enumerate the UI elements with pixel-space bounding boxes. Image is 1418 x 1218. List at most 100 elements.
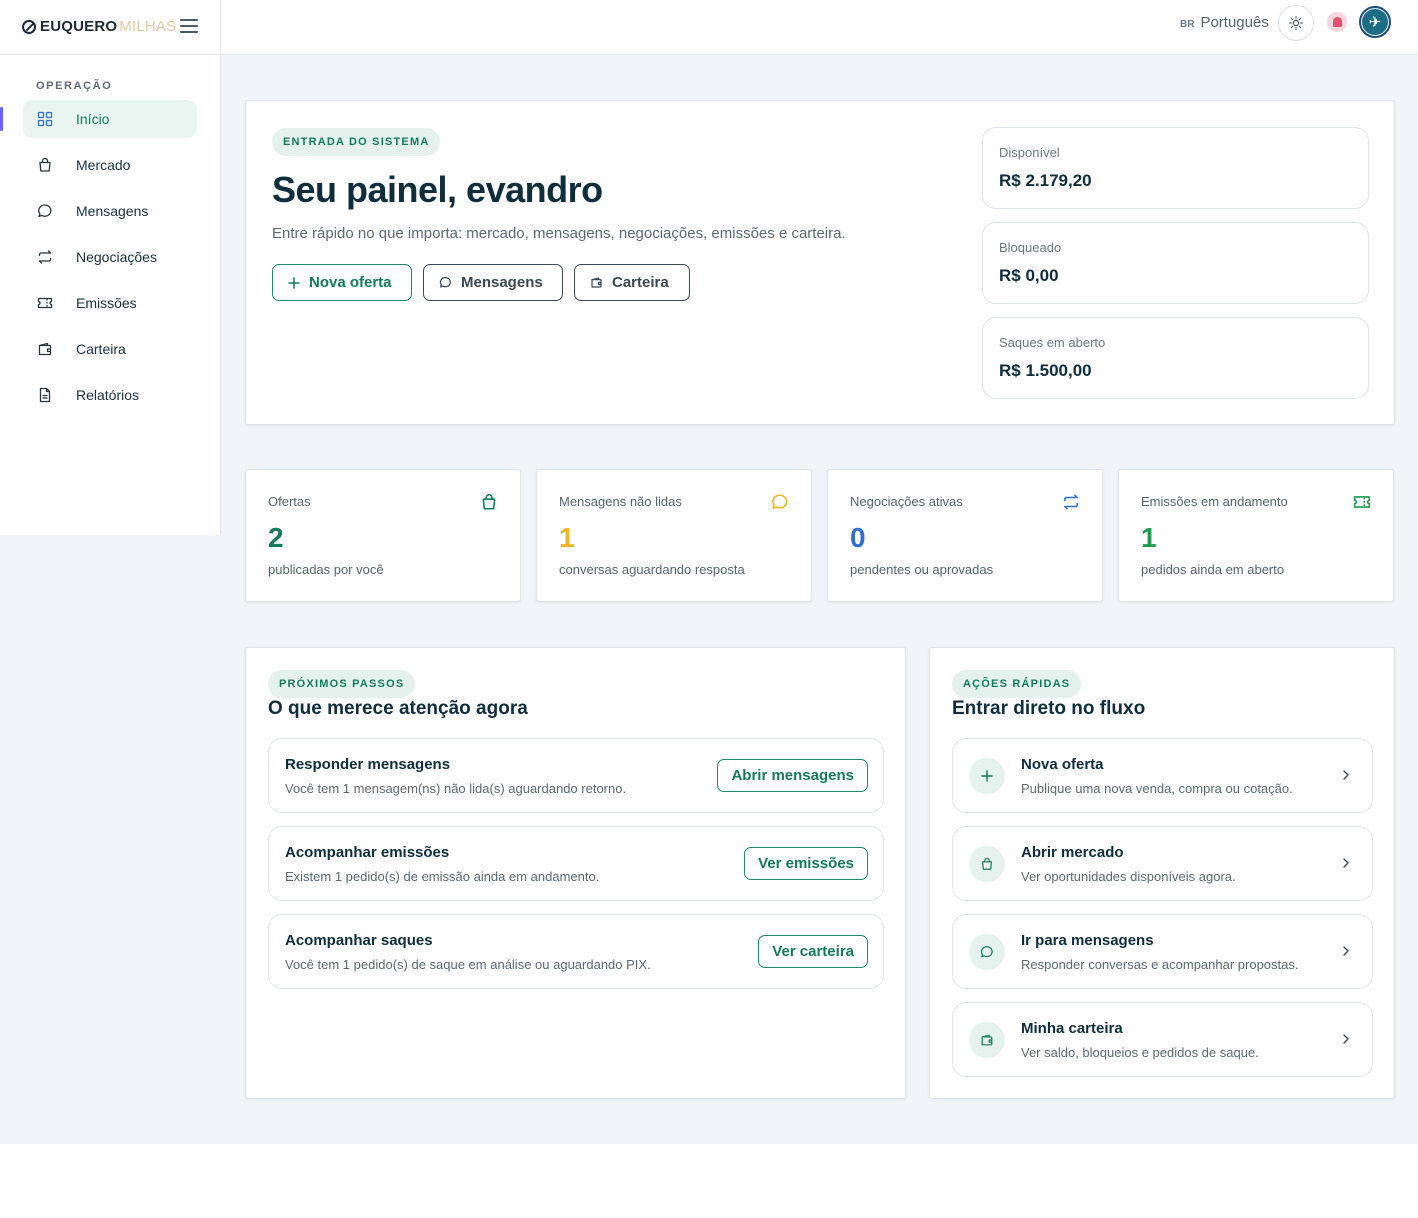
balance-label: Bloqueado bbox=[999, 240, 1062, 255]
page-title: Seu painel, evandro bbox=[272, 169, 603, 210]
open-messages-button[interactable]: Abrir mensagens bbox=[717, 759, 868, 792]
step-title: Acompanhar saques bbox=[285, 932, 433, 949]
brand-logo[interactable]: EUQUERO MILHAS bbox=[22, 18, 176, 35]
step-desc: Existem 1 pedido(s) de emissão ainda em … bbox=[285, 869, 600, 884]
sidebar-item-label: Relatórios bbox=[76, 387, 140, 403]
stat-value: 1 bbox=[1141, 522, 1157, 553]
sidebar-section-title: OPERAÇÃO bbox=[36, 80, 113, 92]
view-wallet-button[interactable]: Ver carteira bbox=[758, 935, 868, 968]
document-icon bbox=[39, 387, 51, 403]
sidebar-item-emissoes[interactable]: Emissões bbox=[23, 284, 197, 322]
next-steps-panel: PRÓXIMOS PASSOS O que merece atenção ago… bbox=[245, 647, 906, 1099]
stat-value: 2 bbox=[268, 522, 284, 553]
language-selector[interactable]: BR Português bbox=[1180, 14, 1269, 31]
sidebar-item-relatorios[interactable]: Relatórios bbox=[23, 376, 197, 414]
plus-icon bbox=[969, 758, 1005, 794]
chevron-right-icon bbox=[1343, 1034, 1349, 1044]
stat-card-emissions[interactable]: Emissões em andamento 1 pedidos ainda em… bbox=[1118, 469, 1394, 602]
stat-card-unread-messages[interactable]: Mensagens não lidas 1 conversas aguardan… bbox=[536, 469, 812, 602]
wallet-label: Carteira bbox=[612, 274, 669, 291]
quick-action-title: Minha carteira bbox=[1021, 1020, 1123, 1037]
balance-value: R$ 1.500,00 bbox=[999, 361, 1092, 380]
hero-subtitle: Entre rápido no que importa: mercado, me… bbox=[272, 225, 846, 242]
notification-bell-icon[interactable] bbox=[1327, 12, 1347, 32]
balance-value: R$ 0,00 bbox=[999, 266, 1059, 285]
top-bar: EUQUERO MILHAS BR Português ✈ bbox=[0, 0, 1418, 55]
brand-name-bold: EUQUERO bbox=[40, 18, 118, 35]
stat-desc: pendentes ou aprovadas bbox=[850, 562, 994, 577]
balance-label: Disponível bbox=[999, 145, 1060, 160]
plus-icon bbox=[288, 276, 300, 289]
stat-label: Mensagens não lidas bbox=[559, 494, 682, 509]
sidebar-item-negociacoes[interactable]: Negociações bbox=[23, 238, 197, 276]
stat-label: Ofertas bbox=[268, 494, 311, 509]
stat-card-active-negotiations[interactable]: Negociações ativas 0 pendentes ou aprova… bbox=[827, 469, 1103, 602]
messages-label: Mensagens bbox=[461, 274, 543, 291]
step-title: Responder mensagens bbox=[285, 756, 451, 773]
quick-action-wallet[interactable]: Minha carteira Ver saldo, bloqueios e pe… bbox=[952, 1002, 1373, 1077]
new-offer-button[interactable]: Nova oferta bbox=[272, 264, 412, 301]
step-desc: Você tem 1 pedido(s) de saque em análise… bbox=[285, 957, 651, 972]
chat-icon bbox=[772, 494, 788, 509]
chat-icon bbox=[439, 277, 451, 288]
sidebar-item-label: Mercado bbox=[76, 157, 131, 173]
stat-value: 0 bbox=[850, 522, 866, 553]
exchange-icon bbox=[1064, 494, 1078, 510]
quick-action-title: Nova oferta bbox=[1021, 756, 1104, 773]
stat-label: Emissões em andamento bbox=[1141, 494, 1288, 509]
theme-toggle-button[interactable] bbox=[1278, 5, 1314, 41]
menu-icon[interactable] bbox=[180, 19, 198, 33]
chat-icon bbox=[38, 204, 52, 218]
sun-icon bbox=[1289, 16, 1303, 30]
shopping-bag-icon bbox=[482, 493, 496, 510]
stat-value: 1 bbox=[559, 522, 575, 553]
ticket-icon bbox=[1353, 496, 1371, 508]
balance-open-withdrawals: Saques em aberto R$ 1.500,00 bbox=[982, 317, 1369, 399]
active-item-marker bbox=[0, 107, 3, 131]
flag-icon: BR bbox=[1180, 19, 1195, 30]
view-emissions-button[interactable]: Ver emissões bbox=[744, 847, 868, 880]
balance-label: Saques em aberto bbox=[999, 335, 1106, 350]
quick-actions-panel: AÇÕES RÁPIDAS Entrar direto no fluxo Nov… bbox=[929, 647, 1395, 1099]
quick-action-title: Ir para mensagens bbox=[1021, 932, 1154, 949]
quick-action-title: Abrir mercado bbox=[1021, 844, 1124, 861]
quick-action-desc: Ver oportunidades disponíveis agora. bbox=[1021, 869, 1236, 884]
brand-name-light: MILHAS bbox=[119, 18, 177, 35]
chevron-right-icon bbox=[1343, 946, 1349, 956]
stat-desc: publicadas por você bbox=[268, 562, 384, 577]
sidebar-item-mensagens[interactable]: Mensagens bbox=[23, 192, 197, 230]
sidebar-item-inicio[interactable]: Início bbox=[23, 100, 197, 138]
quick-action-new-offer[interactable]: Nova oferta Publique uma nova venda, com… bbox=[952, 738, 1373, 813]
stat-label: Negociações ativas bbox=[850, 494, 963, 509]
logo-icon bbox=[22, 19, 36, 34]
wallet-button[interactable]: Carteira bbox=[574, 264, 690, 301]
airplane-icon: ✈ bbox=[1362, 9, 1388, 35]
next-steps-pill: PRÓXIMOS PASSOS bbox=[268, 670, 416, 698]
balance-available: Disponível R$ 2.179,20 bbox=[982, 127, 1369, 209]
sidebar-item-label: Carteira bbox=[76, 341, 126, 357]
balance-blocked: Bloqueado R$ 0,00 bbox=[982, 222, 1369, 304]
quick-action-messages[interactable]: Ir para mensagens Responder conversas e … bbox=[952, 914, 1373, 989]
quick-action-open-market[interactable]: Abrir mercado Ver oportunidades disponív… bbox=[952, 826, 1373, 901]
shopping-bag-icon bbox=[969, 846, 1005, 882]
sidebar-item-carteira[interactable]: Carteira bbox=[23, 330, 197, 368]
quick-actions-pill: AÇÕES RÁPIDAS bbox=[952, 670, 1082, 698]
avatar[interactable]: ✈ bbox=[1359, 6, 1391, 38]
sidebar-item-label: Mensagens bbox=[76, 203, 149, 219]
chat-icon bbox=[969, 934, 1005, 970]
hero-pill: ENTRADA DO SISTEMA bbox=[272, 128, 441, 156]
sidebar-item-label: Emissões bbox=[76, 295, 137, 311]
messages-button[interactable]: Mensagens bbox=[423, 264, 563, 301]
stat-card-offers[interactable]: Ofertas 2 publicadas por você bbox=[245, 469, 521, 602]
chevron-right-icon bbox=[1343, 858, 1349, 868]
wallet-icon bbox=[969, 1022, 1005, 1058]
step-title: Acompanhar emissões bbox=[285, 844, 450, 861]
step-item: Acompanhar saques Você tem 1 pedido(s) d… bbox=[268, 914, 884, 989]
exchange-icon bbox=[38, 250, 52, 264]
new-offer-label: Nova oferta bbox=[309, 274, 392, 291]
hero-card: ENTRADA DO SISTEMA Seu painel, evandro E… bbox=[245, 100, 1395, 425]
chevron-right-icon bbox=[1343, 770, 1349, 780]
sidebar-item-mercado[interactable]: Mercado bbox=[23, 146, 197, 184]
sidebar-divider bbox=[220, 0, 221, 535]
quick-action-desc: Ver saldo, bloqueios e pedidos de saque. bbox=[1021, 1045, 1259, 1060]
